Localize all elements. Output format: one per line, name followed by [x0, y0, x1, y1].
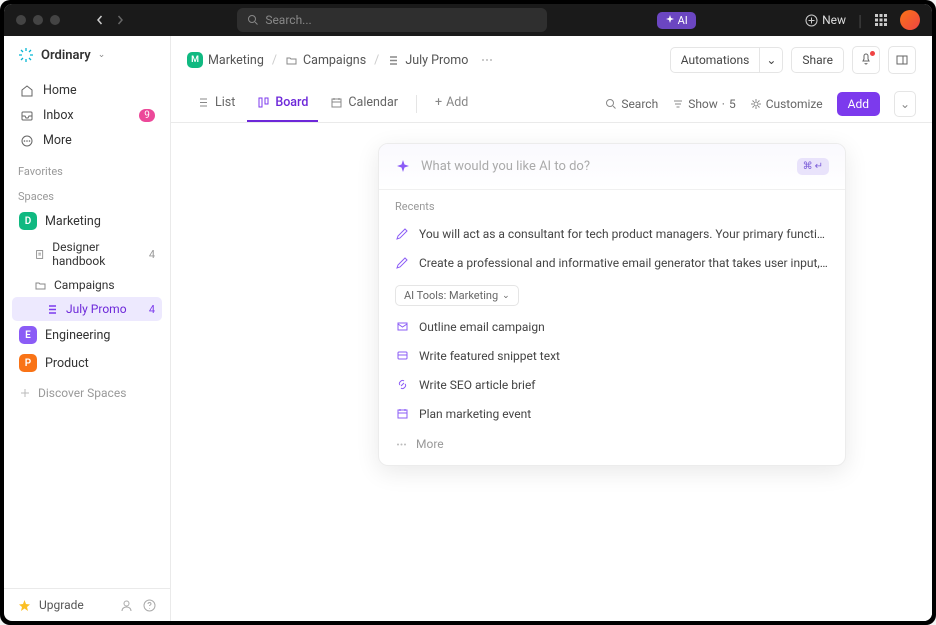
- add-view-button[interactable]: + Add: [425, 85, 478, 122]
- breadcrumb-marketing[interactable]: M Marketing: [187, 52, 264, 68]
- ai-prompt-input[interactable]: [421, 159, 787, 174]
- spaces-label: Spaces: [4, 182, 170, 207]
- pencil-icon: [395, 255, 410, 270]
- chevron-down-icon: ⌄: [98, 50, 106, 60]
- tab-calendar[interactable]: Calendar: [320, 85, 408, 122]
- folder-icon: [34, 279, 47, 292]
- tab-board[interactable]: Board: [247, 85, 318, 122]
- calendar-icon: [330, 96, 343, 109]
- new-button[interactable]: New: [805, 13, 846, 27]
- titlebar: Search... AI New |: [4, 4, 932, 36]
- calendar-icon: [395, 406, 410, 421]
- ai-more-button[interactable]: More: [379, 428, 845, 465]
- link-icon: [395, 377, 410, 392]
- tool-search[interactable]: Search: [605, 97, 658, 111]
- forward-button[interactable]: [112, 12, 128, 28]
- ai-tool-snippet[interactable]: Write featured snippet text: [379, 341, 845, 370]
- share-button[interactable]: Share: [791, 47, 844, 73]
- home-icon: [19, 83, 34, 98]
- view-tabs: List Board Calendar + Add: [171, 85, 932, 123]
- ai-tool-seo[interactable]: Write SEO article brief: [379, 370, 845, 399]
- breadcrumb-july-promo[interactable]: July Promo: [387, 53, 468, 68]
- sparkle-icon: [665, 15, 675, 25]
- add-dropdown[interactable]: ⌄: [894, 91, 916, 117]
- space-badge-icon: D: [19, 212, 37, 230]
- workspace-logo-icon: [18, 47, 34, 63]
- mail-icon: [395, 319, 410, 334]
- ai-tool-outline-email[interactable]: Outline email campaign: [379, 312, 845, 341]
- board-canvas: ⌘↵ Recents You will act as a consultant …: [171, 123, 932, 621]
- more-icon[interactable]: [480, 53, 494, 67]
- search-icon: [247, 14, 259, 26]
- recent-item[interactable]: Create a professional and informative em…: [379, 248, 845, 277]
- keyboard-hint: ⌘↵: [797, 158, 829, 175]
- plus-icon: [19, 387, 31, 399]
- recents-label: Recents: [379, 190, 845, 219]
- tab-list[interactable]: List: [187, 85, 245, 122]
- doc-icon: [34, 248, 45, 261]
- space-badge-icon: P: [19, 354, 37, 372]
- tool-show[interactable]: Show · 5: [672, 97, 736, 111]
- board-icon: [257, 96, 270, 109]
- space-badge-icon: M: [187, 52, 203, 68]
- breadcrumb-bar: M Marketing / Campaigns / July Promo Aut…: [171, 36, 932, 85]
- favorites-label: Favorites: [4, 157, 170, 182]
- workspace-switcher[interactable]: Ordinary ⌄: [4, 36, 170, 74]
- nav-more[interactable]: More: [12, 128, 162, 153]
- list-icon: [46, 303, 59, 316]
- notification-dot: [870, 51, 875, 56]
- space-engineering[interactable]: E Engineering: [12, 321, 162, 349]
- sidebar: Ordinary ⌄ Home Inbox 9 More Favorites: [4, 36, 171, 621]
- breadcrumb-campaigns[interactable]: Campaigns: [285, 53, 366, 68]
- workspace-name: Ordinary: [41, 48, 91, 63]
- filter-icon: [672, 98, 684, 110]
- pencil-icon: [395, 226, 410, 241]
- ai-tool-event[interactable]: Plan marketing event: [379, 399, 845, 428]
- ai-panel: ⌘↵ Recents You will act as a consultant …: [378, 143, 846, 466]
- chevron-down-icon: ⌄: [502, 291, 510, 301]
- search-icon: [605, 98, 617, 110]
- more-icon: [19, 133, 34, 148]
- folder-icon: [285, 54, 298, 67]
- tree-designer-handbook[interactable]: Designer handbook 4: [12, 235, 162, 273]
- recent-item[interactable]: You will act as a consultant for tech pr…: [379, 219, 845, 248]
- list-icon: [197, 96, 210, 109]
- nav-home[interactable]: Home: [12, 78, 162, 103]
- plus-circle-icon: [805, 14, 818, 27]
- list-icon: [387, 54, 400, 67]
- space-badge-icon: E: [19, 326, 37, 344]
- help-icon[interactable]: [143, 599, 156, 612]
- ai-tools-chip[interactable]: AI Tools: Marketing ⌄: [395, 285, 519, 306]
- sparkle-icon: [395, 159, 411, 175]
- automations-dropdown[interactable]: ⌄: [760, 47, 783, 73]
- apps-icon[interactable]: [874, 13, 888, 27]
- nav-inbox[interactable]: Inbox 9: [12, 103, 162, 128]
- inbox-badge: 9: [139, 109, 155, 122]
- automations-button[interactable]: Automations ⌄: [670, 47, 784, 73]
- panel-icon: [895, 53, 909, 67]
- window-controls[interactable]: [16, 15, 60, 25]
- panel-button[interactable]: [888, 46, 916, 74]
- space-product[interactable]: P Product: [12, 349, 162, 377]
- ai-button[interactable]: AI: [657, 12, 696, 29]
- back-button[interactable]: [92, 12, 108, 28]
- tree-july-promo[interactable]: July Promo 4: [12, 297, 162, 321]
- plus-icon: +: [435, 95, 442, 110]
- card-icon: [395, 348, 410, 363]
- tree-campaigns[interactable]: Campaigns: [12, 273, 162, 297]
- upgrade-icon: [18, 599, 31, 612]
- inbox-icon: [19, 108, 34, 123]
- discover-spaces[interactable]: Discover Spaces: [12, 381, 162, 405]
- add-button[interactable]: Add: [837, 92, 880, 116]
- global-search-input[interactable]: Search...: [237, 8, 547, 32]
- gear-icon: [750, 98, 762, 110]
- user-icon[interactable]: [120, 599, 133, 612]
- space-marketing[interactable]: D Marketing: [12, 207, 162, 235]
- search-placeholder: Search...: [265, 13, 311, 27]
- tool-customize[interactable]: Customize: [750, 97, 823, 111]
- upgrade-button[interactable]: Upgrade: [39, 598, 84, 612]
- notifications-button[interactable]: [852, 46, 880, 74]
- user-avatar[interactable]: [900, 10, 920, 30]
- more-icon: [395, 438, 408, 451]
